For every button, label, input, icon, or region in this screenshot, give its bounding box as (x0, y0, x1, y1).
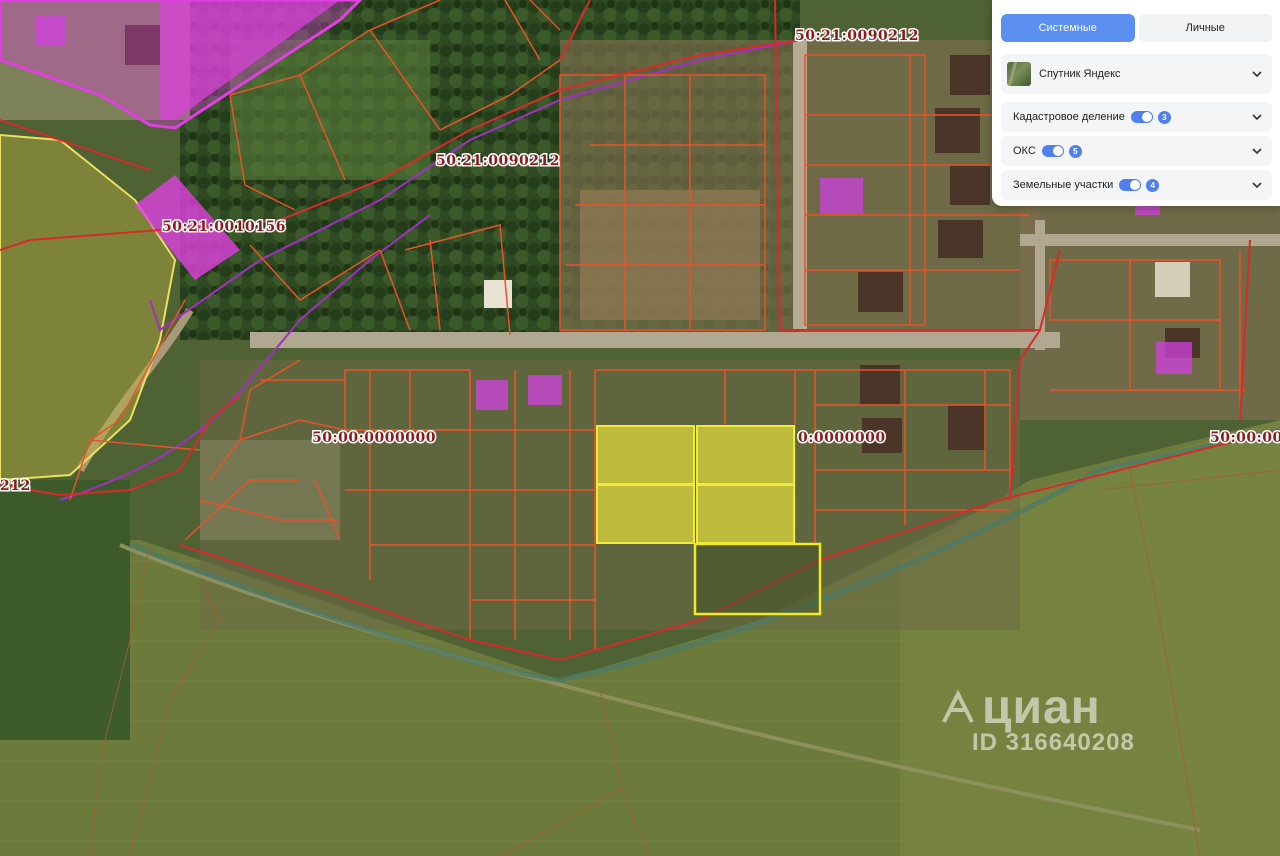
layer-count-badge: 5 (1068, 144, 1082, 158)
cadastral-label-1: 50:21:0090212 (795, 28, 919, 44)
cian-logo: циан (938, 680, 1135, 735)
chevron-down-icon[interactable] (1250, 110, 1264, 124)
tab-personal[interactable]: Личные (1138, 14, 1272, 42)
layers-panel: Системные Личные Спутник Яндекс Кадастро… (992, 0, 1280, 206)
layer-toggle[interactable] (1119, 179, 1142, 191)
construction-site (1155, 262, 1190, 297)
layer-label: ОКС (1013, 145, 1036, 157)
tab-system[interactable]: Системные (1001, 14, 1135, 42)
layer-cadastral-division[interactable]: Кадастровое деление 3 (1001, 102, 1272, 132)
chevron-down-icon[interactable] (1250, 144, 1264, 158)
cadastral-label-7: 212 (0, 478, 31, 494)
clearing (580, 190, 760, 320)
watermark-brand: циан (982, 681, 1101, 734)
layer-count-badge: 4 (1146, 178, 1160, 192)
cadastral-label-4: 50:00:0000000 (312, 430, 436, 446)
basemap-label: Спутник Яндекс (1039, 68, 1121, 80)
cadastral-label-2: 50:21:0090212 (436, 153, 560, 169)
cian-logo-icon (942, 689, 974, 723)
watermark-id: ID 316640208 (972, 729, 1135, 756)
basemap-selector[interactable]: Спутник Яндекс (1001, 54, 1272, 94)
layer-label: Кадастровое деление (1013, 111, 1125, 123)
green-left (0, 480, 130, 740)
cadastral-label-3: 50:21:0010156 (162, 219, 286, 235)
parcel-selected[interactable] (693, 542, 822, 616)
layer-count-badge: 3 (1157, 110, 1171, 124)
parcel-highlight-1[interactable] (596, 425, 695, 485)
layer-toggle[interactable] (1041, 145, 1064, 157)
watermark: циан ID 316640208 (938, 680, 1135, 757)
parcel-highlight-3[interactable] (596, 484, 695, 544)
chevron-down-icon[interactable] (1250, 67, 1264, 81)
parcel-highlight-2[interactable] (696, 425, 795, 485)
cadastral-label-6: 50:00:000 (1210, 430, 1280, 446)
parcel-highlight-4[interactable] (696, 484, 795, 544)
layer-land-plots[interactable]: Земельные участки 4 (1001, 170, 1272, 200)
cadastral-label-5: 0:0000000 (798, 430, 886, 446)
layer-oks[interactable]: ОКС 5 (1001, 136, 1272, 166)
satellite-thumbnail-icon (1007, 62, 1031, 86)
chevron-down-icon[interactable] (1250, 178, 1264, 192)
layer-label: Земельные участки (1013, 179, 1114, 191)
layer-toggle[interactable] (1130, 111, 1153, 123)
layer-tabs: Системные Личные (1001, 14, 1272, 42)
